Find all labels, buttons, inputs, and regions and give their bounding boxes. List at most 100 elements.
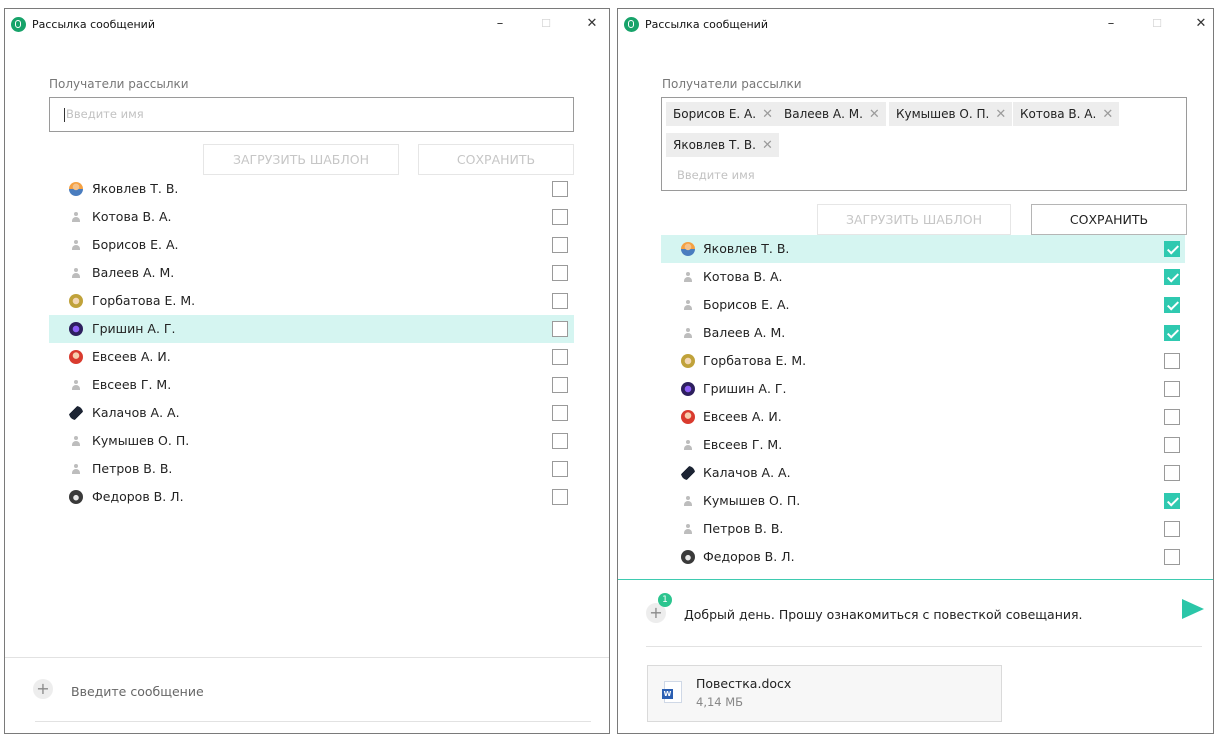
contact-row[interactable]: Федоров В. Л. [49,483,574,511]
minimize-button[interactable]: – [1096,13,1126,35]
contact-row[interactable]: Евсеев А. И. [661,403,1185,431]
contact-checkbox[interactable] [1164,353,1180,369]
orange-person-avatar-icon [681,242,695,256]
contact-row[interactable]: Борисов Е. А. [661,291,1185,319]
contact-checkbox[interactable] [1164,297,1180,313]
contact-checkbox[interactable] [552,209,568,225]
contact-row[interactable]: Горбатова Е. М. [49,287,574,315]
send-icon[interactable] [1182,599,1204,619]
chip-remove-icon[interactable]: ✕ [1102,103,1113,127]
recipients-label: Получатели рассылки [49,77,189,91]
save-button[interactable]: СОХРАНИТЬ [1031,204,1187,235]
contact-row[interactable]: Борисов Е. А. [49,231,574,259]
contact-checkbox[interactable] [552,433,568,449]
contact-checkbox[interactable] [552,461,568,477]
contact-row[interactable]: Евсеев Г. М. [49,371,574,399]
close-button[interactable]: ✕ [1186,13,1214,35]
recipient-chip-input[interactable]: Борисов Е. А. ✕ Валеев А. М. ✕ Кумышев О. П.… [661,97,1187,191]
chip-remove-icon[interactable]: ✕ [762,134,773,158]
load-template-button[interactable]: ЗАГРУЗИТЬ ШАБЛОН [203,144,399,175]
contact-checkbox[interactable] [1164,465,1180,481]
contact-name: Калачов А. А. [703,465,791,480]
load-template-button[interactable]: ЗАГРУЗИТЬ ШАБЛОН [817,204,1011,235]
contact-checkbox[interactable] [552,489,568,505]
contact-checkbox[interactable] [552,181,568,197]
contact-checkbox[interactable] [1164,437,1180,453]
title-bar[interactable]: Рассылка сообщений – ☐ ✕ [618,9,1213,39]
chip-label: Котова В. А. [1020,107,1097,121]
divider [618,579,1213,580]
contact-row[interactable]: Гришин А. Г. [49,315,574,343]
contact-checkbox[interactable] [1164,325,1180,341]
text-caret [64,108,65,122]
contact-checkbox[interactable] [1164,409,1180,425]
app-logo-icon [624,17,639,32]
contact-row[interactable]: Котова В. А. [661,263,1185,291]
purple-avatar-icon [69,322,83,336]
contact-row[interactable]: Горбатова Е. М. [661,347,1185,375]
chip-label: Борисов Е. А. [673,107,757,121]
contact-row[interactable]: Валеев А. М. [49,259,574,287]
message-input[interactable]: Добрый день. Прошу ознакомиться с повест… [684,607,1083,622]
minimize-button[interactable]: – [485,13,515,35]
bear-avatar-icon [681,550,695,564]
contact-row[interactable]: Калачов А. А. [661,459,1185,487]
contact-checkbox[interactable] [552,265,568,281]
recipient-search-input[interactable]: Введите имя [49,97,574,132]
chip-remove-icon[interactable]: ✕ [869,103,880,127]
message-input[interactable]: Введите сообщение [71,684,204,699]
contact-checkbox[interactable] [1164,493,1180,509]
contact-row[interactable]: Евсеев А. И. [49,343,574,371]
contact-row[interactable]: Кумышев О. П. [49,427,574,455]
chip-label: Валеев А. М. [784,107,863,121]
contact-row[interactable]: Котова В. А. [49,203,574,231]
contact-checkbox[interactable] [1164,521,1180,537]
contact-row[interactable]: Евсеев Г. М. [661,431,1185,459]
contact-row[interactable]: Гришин А. Г. [661,375,1185,403]
divider [646,646,1202,647]
window-title: Рассылка сообщений [32,18,155,31]
contact-checkbox[interactable] [1164,381,1180,397]
contact-name: Котова В. А. [92,209,172,224]
contact-row[interactable]: Федоров В. Л. [661,543,1185,571]
maximize-button[interactable]: ☐ [531,13,561,35]
default-person-avatar-icon [681,270,695,284]
close-button[interactable]: ✕ [577,13,607,35]
contact-row[interactable]: Яковлев Т. В. [49,175,574,203]
app-logo-icon [11,17,26,32]
contact-checkbox[interactable] [1164,241,1180,257]
contact-checkbox[interactable] [552,237,568,253]
contact-checkbox[interactable] [1164,549,1180,565]
contact-checkbox[interactable] [552,321,568,337]
contact-name: Горбатова Е. М. [92,293,196,308]
chip-remove-icon[interactable]: ✕ [995,103,1006,127]
contact-checkbox[interactable] [1164,269,1180,285]
divider [35,721,591,722]
save-button[interactable]: СОХРАНИТЬ [418,144,574,175]
contact-checkbox[interactable] [552,377,568,393]
default-person-avatar-icon [681,298,695,312]
contact-checkbox[interactable] [552,349,568,365]
contact-row[interactable]: Петров В. В. [661,515,1185,543]
left-broadcast-window: Рассылка сообщений – ☐ ✕ Получатели расс… [4,8,610,734]
chip-label: Яковлев Т. В. [673,138,756,152]
right-broadcast-window: Рассылка сообщений – ☐ ✕ Получатели расс… [617,8,1214,734]
contact-row[interactable]: Кумышев О. П. [661,487,1185,515]
recipient-chip: Котова В. А. ✕ [1013,102,1120,127]
contact-row[interactable]: Калачов А. А. [49,399,574,427]
red-person-avatar-icon [69,350,83,364]
attachment-count-badge: 1 [658,593,672,607]
contact-row[interactable]: Яковлев Т. В. [661,235,1185,263]
default-person-avatar-icon [681,494,695,508]
contact-checkbox[interactable] [552,293,568,309]
dark-animal-avatar-icon [681,466,695,480]
maximize-button[interactable]: ☐ [1142,13,1172,35]
add-attachment-icon[interactable]: + [33,679,53,699]
attachment-card[interactable]: W Повестка.docx 4,14 МБ [647,665,1002,722]
contact-name: Борисов Е. А. [703,297,790,312]
contact-row[interactable]: Валеев А. М. [661,319,1185,347]
chip-remove-icon[interactable]: ✕ [762,103,773,127]
contact-row[interactable]: Петров В. В. [49,455,574,483]
title-bar[interactable]: Рассылка сообщений – ☐ ✕ [5,9,609,39]
contact-checkbox[interactable] [552,405,568,421]
